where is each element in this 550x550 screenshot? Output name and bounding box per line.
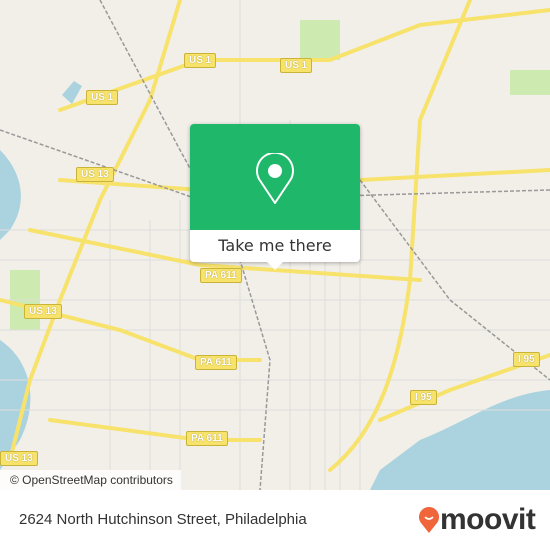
route-shield: PA 611 bbox=[186, 431, 228, 446]
map-attribution[interactable]: © OpenStreetMap contributors bbox=[0, 470, 181, 490]
route-shield: US 1 bbox=[184, 53, 217, 68]
route-shield: I 95 bbox=[513, 352, 540, 367]
route-shield: PA 611 bbox=[195, 355, 237, 370]
route-shield: US 13 bbox=[24, 304, 62, 319]
take-me-there-button[interactable]: Take me there bbox=[190, 230, 360, 262]
moovit-logo[interactable]: moovit bbox=[418, 502, 536, 538]
address-label: 2624 North Hutchinson Street, Philadelph… bbox=[19, 511, 307, 528]
route-shield: US 13 bbox=[76, 167, 114, 182]
take-me-there-popup[interactable]: Take me there bbox=[190, 124, 360, 270]
route-shield: US 13 bbox=[0, 451, 38, 466]
footer: 2624 North Hutchinson Street, Philadelph… bbox=[0, 490, 550, 550]
map[interactable]: US 1 US 1 US 1 US 13 US 13 US 13 PA 611 … bbox=[0, 0, 550, 490]
brand-name: moovit bbox=[440, 503, 536, 536]
route-shield: US 1 bbox=[280, 58, 313, 73]
route-shield: PA 611 bbox=[200, 268, 242, 283]
popup-pointer bbox=[267, 262, 283, 270]
route-shield: I 95 bbox=[410, 390, 437, 405]
moovit-pin-icon bbox=[419, 507, 439, 533]
route-shield: US 1 bbox=[86, 90, 119, 105]
map-pin-icon bbox=[256, 153, 294, 204]
